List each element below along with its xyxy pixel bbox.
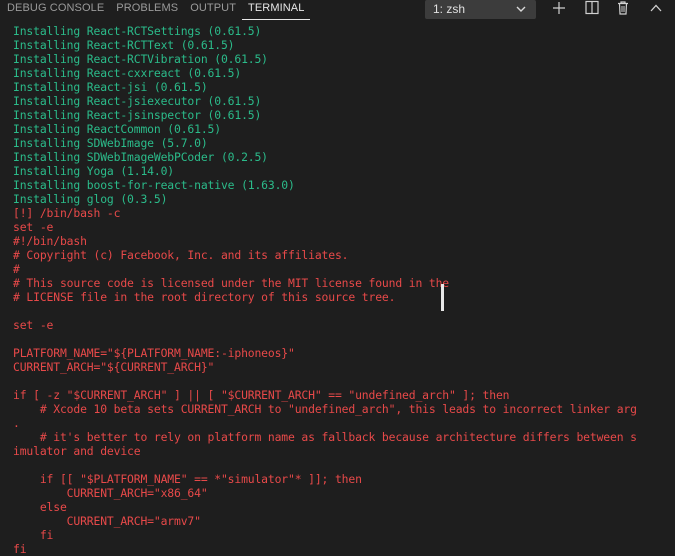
terminal-line: CURRENT_ARCH="armv7" — [13, 514, 201, 528]
trash-icon[interactable] — [615, 0, 631, 16]
terminal-line: Installing glog (0.3.5) — [13, 192, 168, 206]
terminal-selector-value: 1: zsh — [433, 2, 466, 16]
terminal-line: set -e — [13, 220, 54, 234]
terminal-line: if [[ "$PLATFORM_NAME" == *"simulator"* … — [13, 472, 362, 486]
panel-tabs: DEBUG CONSOLE PROBLEMS OUTPUT TERMINAL — [0, 0, 311, 20]
split-terminal-icon[interactable] — [584, 0, 600, 16]
terminal-line: if [ -z "$CURRENT_ARCH" ] || [ "$CURRENT… — [13, 388, 510, 402]
tab-problems[interactable]: PROBLEMS — [110, 0, 184, 20]
terminal-selector[interactable]: 1: zsh — [425, 0, 536, 19]
plus-icon[interactable] — [551, 0, 567, 16]
terminal-line: # Copyright (c) Facebook, Inc. and its a… — [13, 248, 349, 262]
terminal-line: CURRENT_ARCH="${CURRENT_ARCH}" — [13, 360, 215, 374]
tab-output[interactable]: OUTPUT — [184, 0, 242, 20]
terminal-line: # LICENSE file in the root directory of … — [13, 290, 396, 304]
terminal-line: # Xcode 10 beta sets CURRENT_ARCH to "un… — [13, 402, 637, 416]
terminal-line: Installing React-jsiexecutor (0.61.5) — [13, 94, 262, 108]
terminal-line: imulator and device — [13, 444, 141, 458]
tab-debug-console[interactable]: DEBUG CONSOLE — [0, 0, 110, 20]
terminal-line: Installing SDWebImageWebPCoder (0.2.5) — [13, 150, 268, 164]
terminal-line: #!/bin/bash — [13, 234, 87, 248]
terminal-line: Installing boost-for-react-native (1.63.… — [13, 178, 295, 192]
terminal-line: Installing React-jsi (0.61.5) — [13, 80, 208, 94]
terminal-line: Installing React-RCTSettings (0.61.5) — [13, 24, 262, 38]
chevron-up-icon[interactable] — [648, 0, 664, 16]
terminal-line: [!] /bin/bash -c — [13, 206, 121, 220]
terminal-line: PLATFORM_NAME="${PLATFORM_NAME:-iphoneos… — [13, 346, 295, 360]
terminal-line: Installing SDWebImage (5.7.0) — [13, 136, 208, 150]
chevron-down-icon — [516, 6, 526, 12]
terminal-line: set -e — [13, 318, 54, 332]
terminal-line: Installing ReactCommon (0.61.5) — [13, 122, 221, 136]
tab-terminal[interactable]: TERMINAL — [242, 0, 311, 20]
terminal-line: Installing Yoga (1.14.0) — [13, 164, 174, 178]
terminal-line: CURRENT_ARCH="x86_64" — [13, 486, 208, 500]
terminal-line: . — [13, 416, 20, 430]
terminal-line: # it's better to rely on platform name a… — [13, 430, 637, 444]
terminal-output[interactable]: Installing React-RCTSettings (0.61.5) Ins… — [0, 20, 675, 556]
terminal-line: Installing React-RCTText (0.61.5) — [13, 38, 235, 52]
terminal-line: # This source code is licensed under the… — [13, 276, 450, 290]
terminal-line: else — [13, 500, 67, 514]
terminal-line: # — [13, 262, 20, 276]
terminal-line: Installing React-cxxreact (0.61.5) — [13, 66, 242, 80]
terminal-line: Installing React-jsinspector (0.61.5) — [13, 108, 262, 122]
terminal-line: fi — [13, 542, 27, 556]
mouse-text-cursor — [441, 284, 444, 311]
panel-header: DEBUG CONSOLE PROBLEMS OUTPUT TERMINAL 1… — [0, 0, 675, 20]
terminal-line: Installing React-RCTVibration (0.61.5) — [13, 52, 268, 66]
terminal-line: fi — [13, 528, 54, 542]
